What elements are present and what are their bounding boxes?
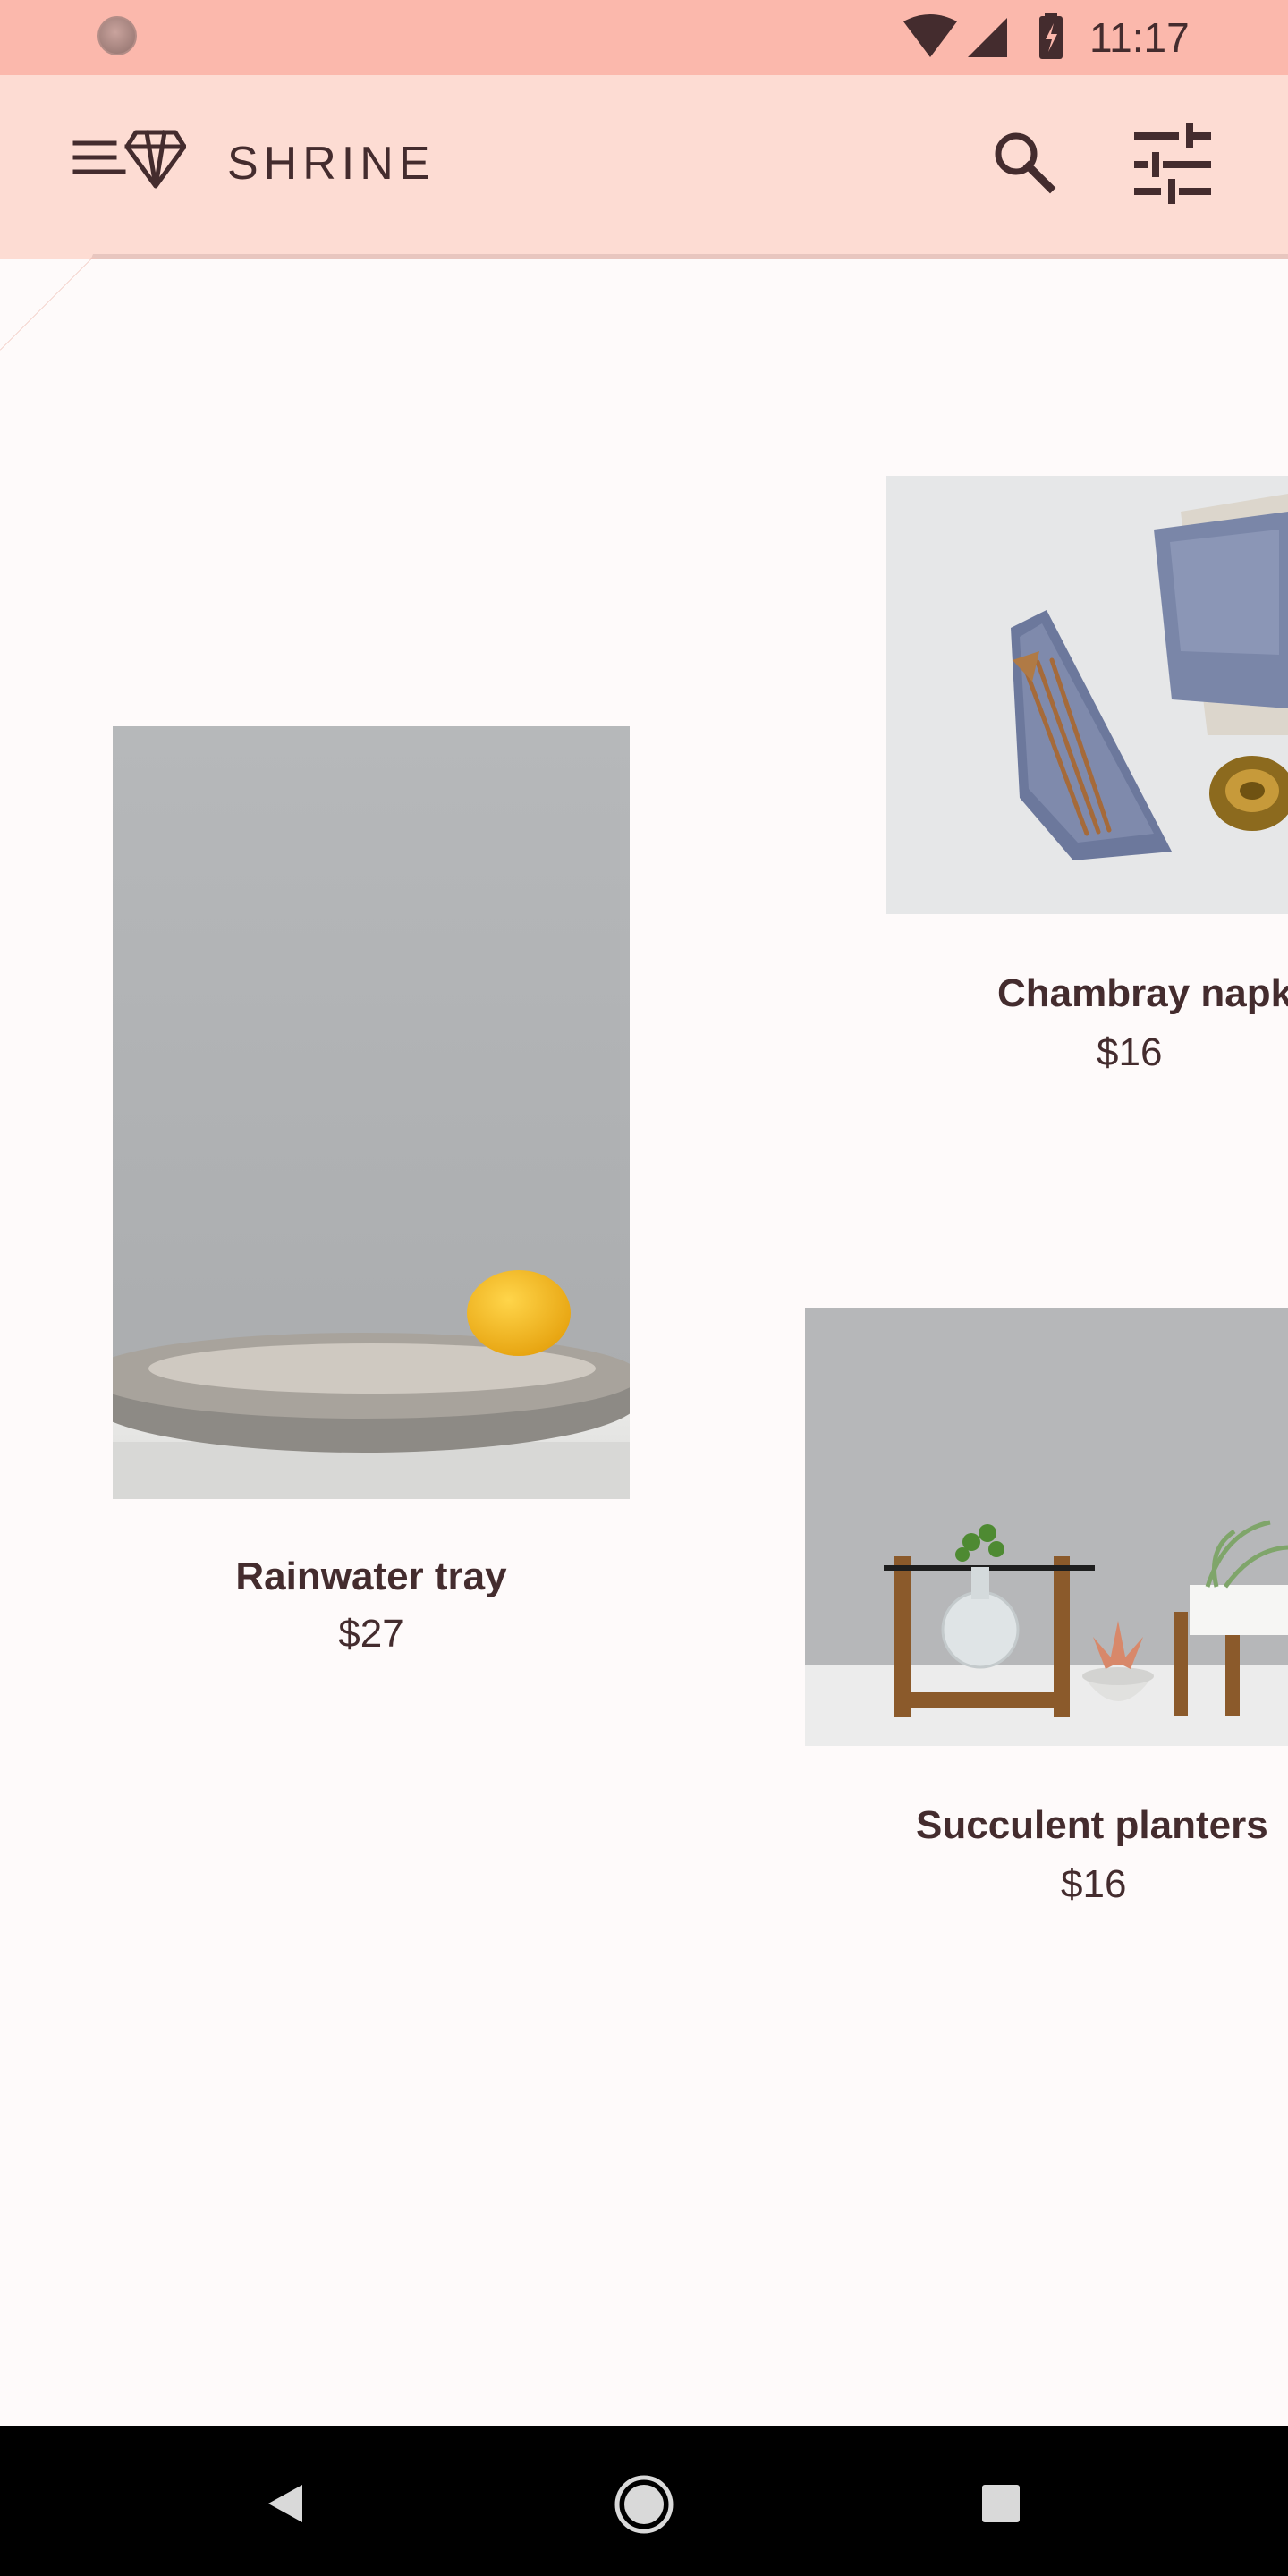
product-price: $27 — [338, 1612, 404, 1656]
notification-icon — [97, 16, 137, 55]
status-time: 11:17 — [1089, 14, 1190, 61]
recents-icon[interactable] — [980, 2483, 1021, 2524]
product-image[interactable] — [113, 726, 630, 1499]
product-image[interactable] — [805, 1308, 1288, 1746]
tune-icon[interactable] — [1132, 123, 1213, 204]
product-card-succulent-planters[interactable]: Succulent planters $16 — [805, 1308, 1288, 1934]
wifi-icon — [903, 14, 957, 57]
product-name: Succulent planters — [916, 1803, 1268, 1847]
product-name: Chambray napkins — [997, 971, 1288, 1015]
status-bar: 11:17 — [0, 0, 1288, 75]
cellular-icon — [968, 18, 1007, 57]
search-icon[interactable] — [989, 127, 1061, 199]
home-icon[interactable] — [614, 2474, 674, 2535]
navigation-bar — [0, 2426, 1288, 2576]
app-bar — [0, 75, 1288, 259]
product-name: Rainwater tray — [235, 1555, 507, 1598]
product-price: $16 — [1061, 1862, 1127, 1906]
battery-icon — [1039, 13, 1063, 59]
back-icon[interactable] — [265, 2481, 306, 2526]
product-image[interactable] — [886, 476, 1288, 914]
menu-diamond-icon[interactable] — [72, 125, 186, 193]
product-card-chambray-napkins[interactable]: Chambray napkins $16 — [886, 476, 1288, 1102]
system-status-icons — [903, 13, 1063, 59]
app-title: SHRINE — [227, 138, 436, 190]
product-card-rainwater-tray[interactable]: Rainwater tray $27 — [113, 726, 630, 1665]
product-price: $16 — [1097, 1030, 1163, 1074]
